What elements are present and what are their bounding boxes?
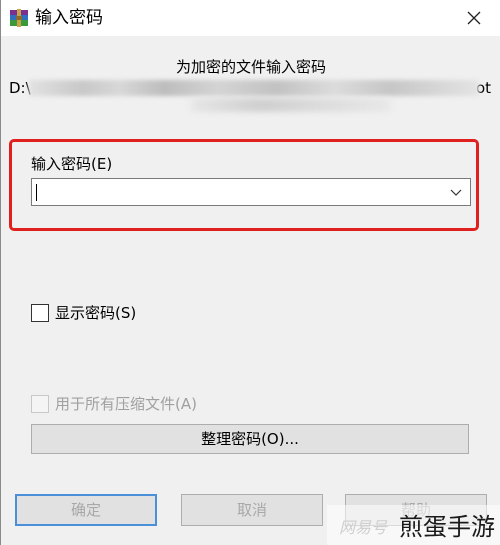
- organize-passwords-button[interactable]: 整理密码(O)...: [31, 424, 469, 454]
- cancel-button[interactable]: 取消: [181, 494, 323, 526]
- show-password-checkbox[interactable]: [31, 303, 49, 322]
- winrar-icon: [9, 9, 29, 27]
- password-input[interactable]: [31, 178, 471, 206]
- text-caret: [36, 184, 37, 201]
- close-button[interactable]: [453, 0, 495, 36]
- close-icon: [467, 11, 481, 25]
- archive-path-start: D:\: [9, 79, 31, 97]
- apply-all-checkbox: [31, 394, 49, 413]
- watermark-big: 煎蛋手游: [399, 513, 495, 541]
- apply-all-label: 用于所有压缩文件(A): [55, 395, 197, 413]
- redacted-path-blur-2: [191, 98, 391, 112]
- password-label: 输入密码(E): [31, 155, 113, 173]
- ok-button[interactable]: 确定: [15, 494, 157, 526]
- password-dialog: 输入密码 为加密的文件输入密码 D:\ ot 输入密码(E) 显示密码(S) 用…: [0, 0, 500, 545]
- show-password-label: 显示密码(S): [55, 304, 137, 322]
- window-title: 输入密码: [35, 8, 103, 28]
- show-password-row[interactable]: 显示密码(S): [31, 302, 136, 323]
- dialog-heading: 为加密的文件输入密码: [175, 58, 326, 76]
- apply-all-row: 用于所有压缩文件(A): [31, 393, 197, 414]
- watermark-small: 网易号: [339, 518, 388, 537]
- redacted-path-blur: [29, 80, 479, 96]
- title-bar[interactable]: 输入密码: [1, 0, 500, 36]
- chevron-down-icon[interactable]: [448, 184, 464, 200]
